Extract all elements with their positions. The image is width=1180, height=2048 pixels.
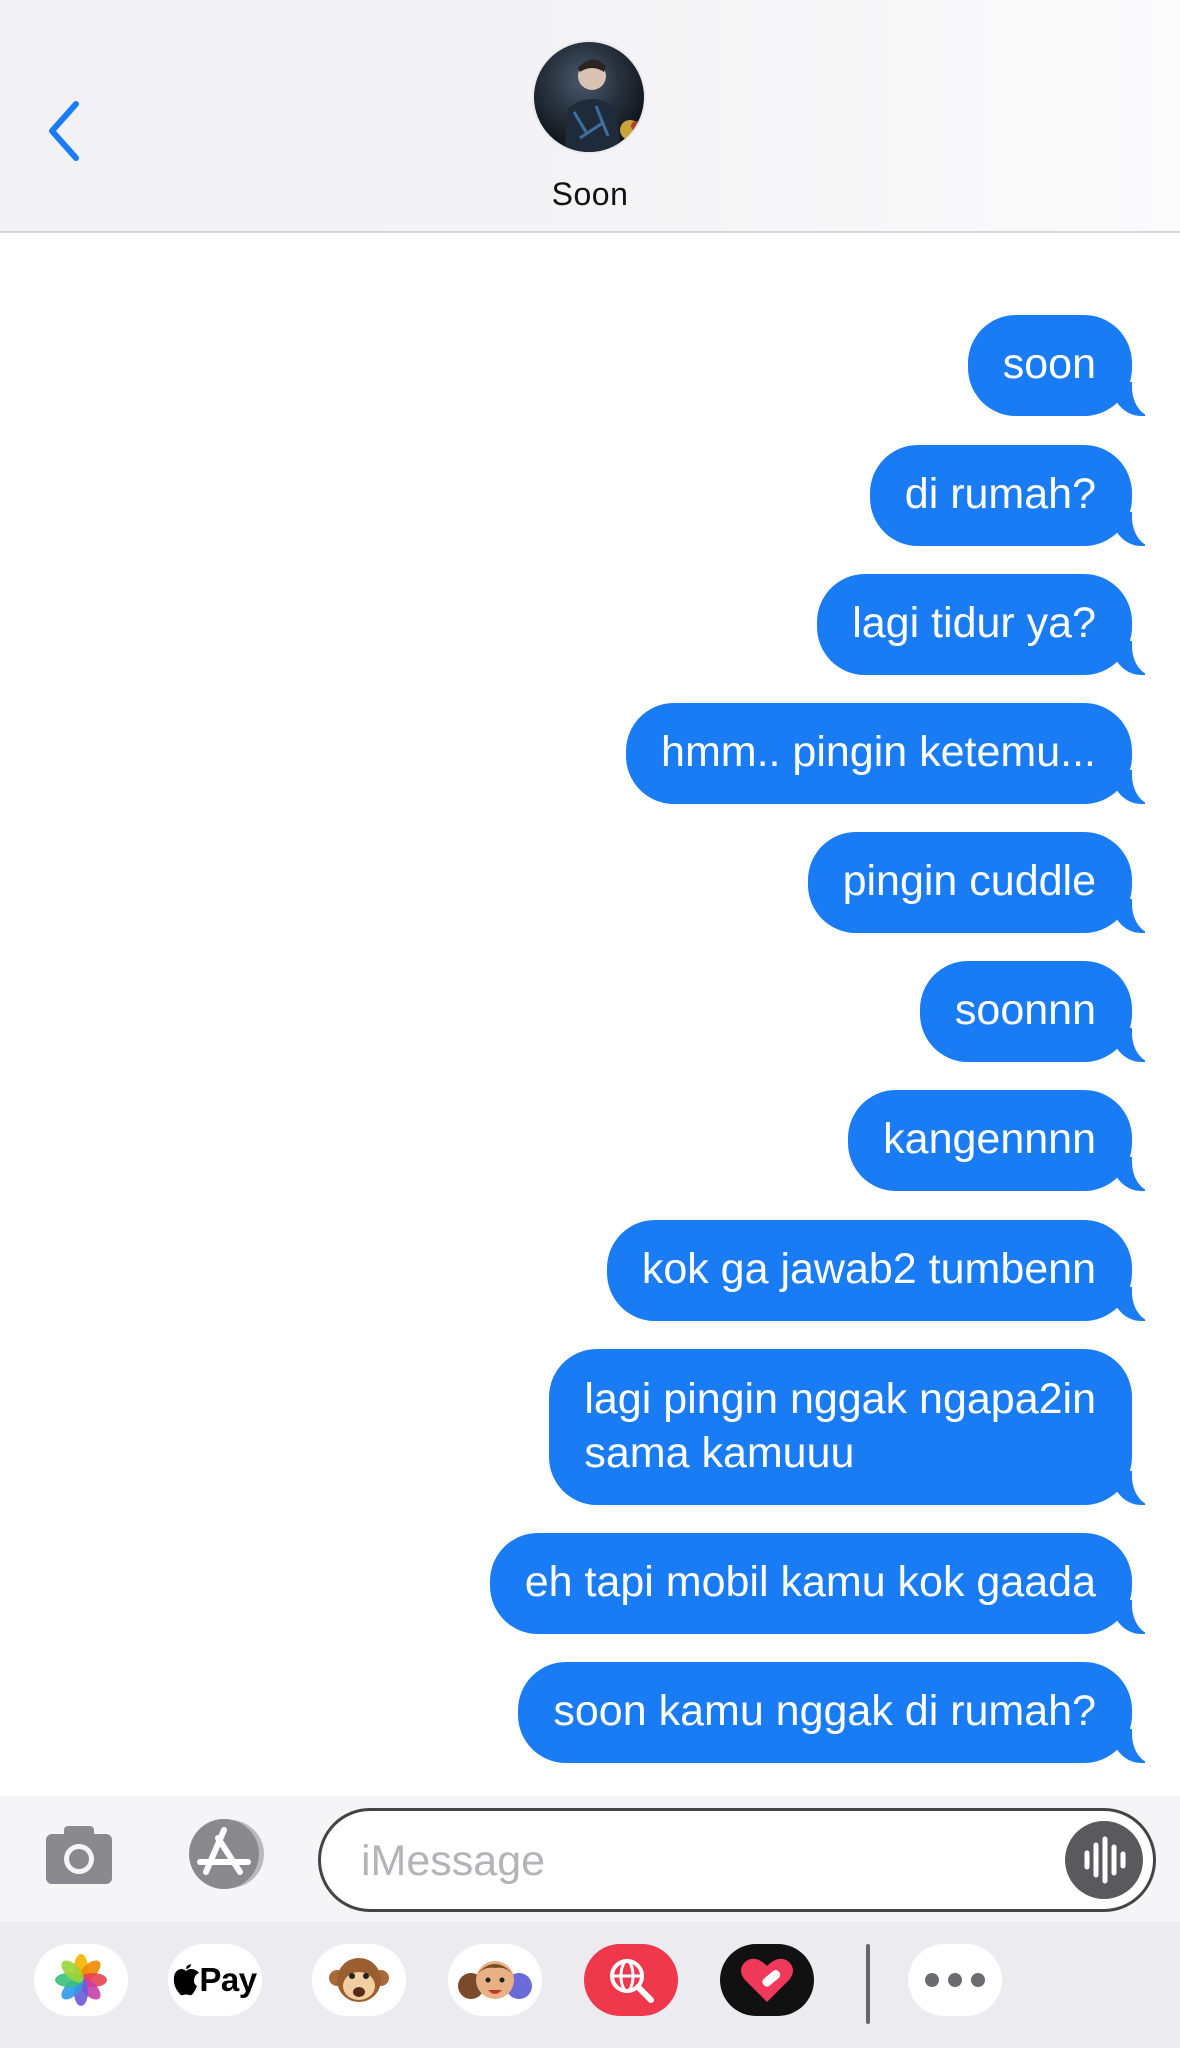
message-text: lagi pingin nggak ngapa2in	[584, 1375, 1096, 1423]
image-search-app-button[interactable]	[584, 1944, 678, 2016]
photos-app-button[interactable]	[34, 1944, 128, 2016]
contact-name[interactable]: Soon	[0, 176, 1180, 213]
apple-logo-icon	[174, 1964, 200, 1996]
message-text: hmm.. pingin ketemu...	[661, 728, 1096, 776]
message-bubble[interactable]: hmm.. pingin ketemu...	[626, 703, 1162, 805]
message-thread: soon di rumah? lagi tidur ya? hmm.. ping…	[0, 235, 1180, 1795]
message-text: pingin cuddle	[842, 857, 1096, 905]
message-bubble[interactable]: di rumah?	[869, 445, 1163, 547]
imessage-apps-drawer: Pay	[0, 1922, 1180, 2048]
message-text: kangennnn	[883, 1115, 1096, 1163]
app-store-button[interactable]	[178, 1816, 274, 1892]
camera-button[interactable]	[44, 1822, 114, 1886]
back-button[interactable]	[42, 96, 92, 166]
message-text: kok ga jawab2 tumbenn	[641, 1245, 1096, 1293]
camera-icon	[46, 1826, 112, 1884]
apple-pay-label: Pay	[199, 1961, 257, 1998]
conversation-header: Soon	[0, 0, 1180, 233]
monkey-icon	[329, 1958, 389, 2002]
app-store-icon	[189, 1819, 264, 1889]
message-text: soonnn	[954, 986, 1096, 1034]
composer-bar	[0, 1796, 1180, 1922]
heart-touch-icon	[741, 1958, 793, 2002]
digital-touch-app-button[interactable]	[720, 1944, 814, 2016]
message-bubble[interactable]: eh tapi mobil kamu kok gaada	[489, 1533, 1163, 1635]
globe-search-icon	[610, 1959, 654, 2003]
message-bubble[interactable]: kok ga jawab2 tumbenn	[606, 1220, 1163, 1322]
message-text: soon kamu nggak di rumah?	[553, 1687, 1096, 1735]
animoji-app-button[interactable]	[312, 1944, 406, 2016]
message-bubble[interactable]: pingin cuddle	[807, 832, 1163, 934]
more-apps-button[interactable]	[908, 1944, 1002, 2016]
message-text-line2: sama kamuuu	[584, 1429, 855, 1477]
message-input[interactable]	[361, 1833, 1041, 1889]
message-bubble[interactable]: lagi tidur ya?	[817, 574, 1162, 676]
message-bubble[interactable]: soon	[967, 315, 1163, 417]
memoji-app-button[interactable]	[448, 1944, 542, 2016]
chevron-left-icon	[49, 101, 79, 161]
message-text: eh tapi mobil kamu kok gaada	[524, 1558, 1096, 1606]
voice-message-button[interactable]	[1065, 1821, 1143, 1899]
contact-avatar[interactable]	[532, 40, 646, 154]
waveform-icon	[1084, 1836, 1126, 1884]
message-bubble[interactable]: kangennnn	[848, 1090, 1162, 1192]
message-text: soon	[1002, 340, 1096, 388]
drawer-divider	[866, 1944, 870, 2024]
message-text: lagi tidur ya?	[852, 599, 1096, 647]
apple-pay-button[interactable]: Pay	[168, 1944, 262, 2016]
message-bubble[interactable]: lagi pingin nggak ngapa2in sama kamuuu	[549, 1349, 1162, 1506]
message-text: di rumah?	[904, 470, 1096, 518]
message-bubble[interactable]: soon kamu nggak di rumah?	[518, 1662, 1162, 1764]
ellipsis-icon	[925, 1973, 985, 1987]
memoji-icon	[458, 1961, 532, 1999]
message-bubble[interactable]: soonnn	[919, 961, 1163, 1063]
message-input-field[interactable]	[318, 1808, 1156, 1912]
photos-icon	[55, 1954, 107, 2006]
